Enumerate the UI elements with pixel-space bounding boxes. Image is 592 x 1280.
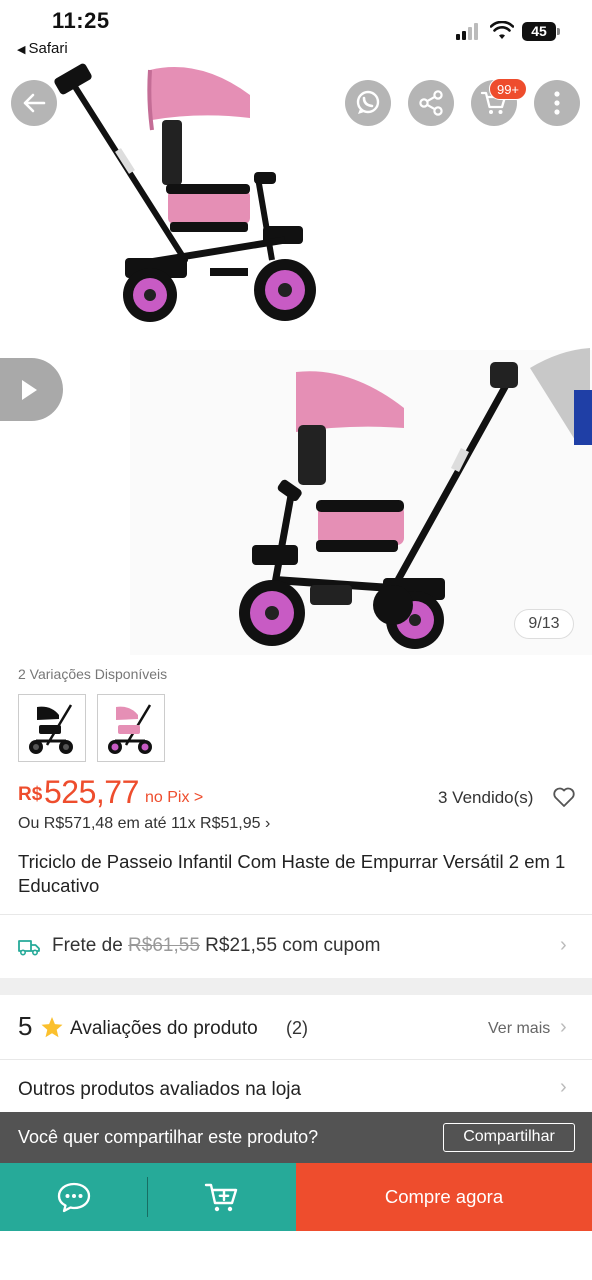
chevron-right-icon: › (560, 934, 567, 956)
sold-count: 3 Vendido(s) (438, 788, 534, 807)
shipping-prefix: Frete de (52, 935, 123, 956)
buy-now-button[interactable]: Compre agora (296, 1163, 592, 1231)
price-currency: R$ (18, 784, 43, 805)
variation-thumb-pink[interactable] (97, 694, 165, 762)
shipping-row[interactable]: Frete de R$61,55 R$21,55 com cupom › (0, 916, 592, 978)
share-button[interactable] (408, 80, 454, 126)
battery-level: 45 (522, 22, 556, 41)
bar-separator (147, 1177, 148, 1217)
status-bar: 11:25 ◀ Safari 45 (0, 0, 592, 62)
variation-thumb-black[interactable] (18, 694, 86, 762)
chevron-right-icon: › (560, 1016, 567, 1038)
pix-link[interactable]: no Pix > (145, 789, 203, 807)
installments-link[interactable]: Ou R$571,48 em até 11x R$51,95 › (18, 815, 270, 833)
shipping-old-price: R$61,55 (128, 935, 200, 956)
whatsapp-button[interactable] (345, 80, 391, 126)
share-icon (419, 90, 443, 116)
product-title: Triciclo de Passeio Infantil Com Haste d… (18, 851, 566, 896)
add-to-cart-icon (204, 1183, 238, 1212)
chat-button[interactable] (0, 1163, 148, 1231)
whatsapp-icon (356, 90, 380, 114)
ratings-row[interactable]: 5 Avaliações do produto (2) Ver mais › (0, 995, 592, 1059)
other-products-row[interactable]: Outros produtos avaliados na loja › (0, 1060, 592, 1112)
cart-count-badge: 99+ (489, 78, 527, 100)
see-more-link[interactable]: Ver mais (488, 1020, 550, 1038)
back-to-app-link[interactable]: ◀ Safari (17, 40, 68, 57)
share-now-button[interactable]: Compartilhar (443, 1123, 575, 1152)
divider (0, 914, 592, 915)
wifi-icon (490, 21, 514, 39)
variation-image-pink (108, 704, 152, 754)
more-options-button[interactable] (534, 80, 580, 126)
variations-label: 2 Variações Disponíveis (18, 666, 168, 682)
bottom-action-bar: Compre agora (0, 1163, 592, 1231)
chevron-right-icon: › (560, 1076, 567, 1098)
star-icon (41, 1017, 63, 1038)
status-time: 11:25 (52, 8, 110, 33)
add-to-cart-button[interactable] (148, 1163, 296, 1231)
share-prompt-text: Você quer compartilhar este produto? (18, 1127, 319, 1147)
price-value: 525,77 (44, 774, 139, 810)
battery-tip (557, 28, 560, 35)
ratings-label: Avaliações do produto (70, 1018, 258, 1039)
play-icon (21, 379, 37, 400)
more-icon (554, 91, 560, 115)
price-row: R$ 525,77 no Pix > 3 Vendido(s) (18, 772, 578, 812)
back-arrow-icon (23, 93, 46, 113)
heart-icon[interactable] (552, 786, 576, 808)
share-banner: Você quer compartilhar este produto? Com… (0, 1112, 592, 1163)
product-image-gallery[interactable]: 99+ 9/13 (0, 0, 592, 658)
rating-score: 5 (18, 1011, 33, 1041)
variation-image-black (29, 704, 73, 754)
shipping-new-price: R$21,55 com cupom (205, 935, 381, 956)
back-button[interactable] (11, 80, 57, 126)
chat-icon (57, 1182, 91, 1213)
image-counter: 9/13 (514, 609, 574, 639)
section-gap (0, 978, 592, 995)
other-products-label: Outros produtos avaliados na loja (18, 1079, 302, 1100)
shipping-text: Frete de R$61,55 R$21,55 com cupom (52, 935, 381, 957)
signal-icon (456, 22, 482, 40)
play-video-button[interactable] (0, 358, 63, 421)
ratings-count: (2) (286, 1018, 308, 1038)
truck-icon (18, 940, 40, 956)
tricycle-photo-1 (54, 63, 316, 322)
back-app-label: Safari (28, 40, 68, 57)
